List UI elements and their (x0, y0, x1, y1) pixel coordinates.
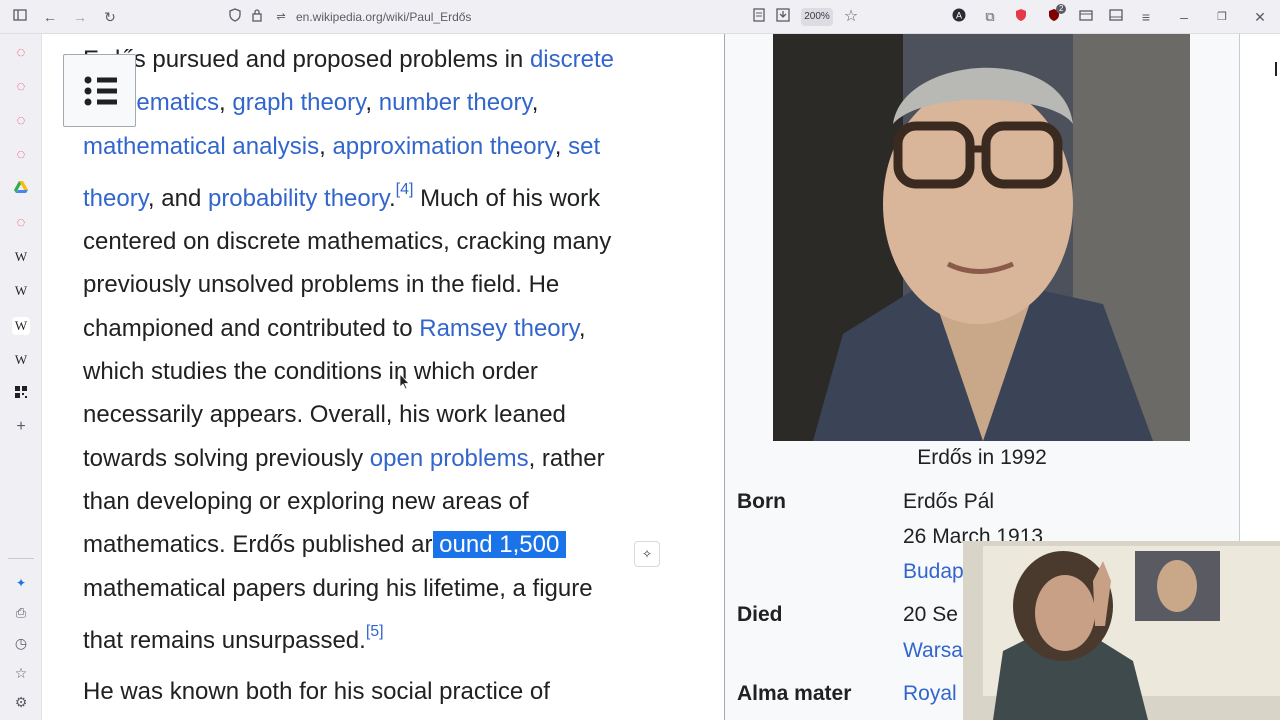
text-line: than developing or exploring new areas o… (83, 487, 529, 515)
alma-mater-label: Alma mater (737, 682, 852, 705)
link-mathematical-analysis[interactable]: mathematical analysis (83, 133, 319, 160)
article-content: Erdős pursued and proposed problems in d… (42, 34, 724, 720)
text-line: championed and contributed to Ramsey the… (83, 314, 586, 342)
text-line: which studies the conditions in which or… (83, 358, 538, 386)
container-icon[interactable] (1077, 8, 1095, 26)
browser-toolbar: ← → ↻ ⇌ en.wikipedia.org/wiki/Paul_Erdős… (0, 0, 1280, 34)
page-info-icon[interactable]: ⇌ (272, 8, 290, 26)
text-line: mathematical papers during his lifetime,… (83, 574, 593, 602)
mouse-cursor-icon (400, 374, 410, 390)
reload-icon[interactable]: ↻ (101, 8, 119, 26)
extensions-icon[interactable]: ⧉ (981, 8, 999, 26)
text-line: necessarily appears. Overall, his work l… (83, 401, 566, 429)
text-line: mathematics. Erdős published ar ound 1,5… (83, 523, 693, 566)
wikipedia-icon[interactable]: W (12, 351, 30, 369)
article-paragraph: Erdős pursued and proposed problems in d… (83, 38, 693, 662)
forward-icon[interactable]: → (71, 8, 89, 26)
text-line: towards solving previously open problems… (83, 444, 605, 472)
sidebar-toggle-icon[interactable] (11, 8, 29, 26)
account-icon[interactable]: A (950, 8, 968, 26)
url-bar[interactable]: en.wikipedia.org/wiki/Paul_Erdős (296, 10, 471, 24)
text-line: previously unsolved problems in the fiel… (83, 271, 560, 299)
text-line: Erdős pursued and proposed problems in d… (83, 46, 614, 73)
text-line: He was known both for his social practic… (83, 678, 550, 705)
link-set-theory[interactable]: theory (83, 185, 148, 212)
tab-icon[interactable]: ◌ (12, 44, 30, 62)
restore-icon[interactable]: ❐ (1213, 8, 1231, 26)
bookmark-icon[interactable]: ☆ (12, 664, 30, 682)
alma-mater-link[interactable]: Royal (903, 682, 957, 706)
tab-icon[interactable]: ◌ (12, 78, 30, 96)
link-graph-theory[interactable]: graph theory (232, 89, 365, 116)
bookmark-star-icon[interactable]: ☆ (842, 8, 860, 26)
settings-icon[interactable]: ⚙ (12, 693, 30, 711)
extension-badge: 2 (1056, 4, 1067, 14)
died-date: 20 Se (903, 603, 958, 626)
tab-icon[interactable]: ◌ (12, 214, 30, 232)
text-line: that remains unsurpassed.[5] (83, 622, 384, 654)
text-selection[interactable]: ound 1,500 (432, 531, 566, 559)
sidebar-divider (8, 558, 34, 559)
history-icon[interactable]: ◷ (12, 634, 30, 652)
zoom-level-button[interactable]: 200% (801, 8, 833, 26)
text-line: centered on discrete mathematics, cracki… (83, 228, 612, 256)
shield-icon[interactable] (226, 8, 244, 26)
browser-sidebar: ◌ ◌ ◌ ◌ ◌ W W W W + ✦ ⎙ ◷ ☆ ⚙ (0, 34, 42, 720)
died-place-link[interactable]: Warsa (903, 639, 963, 663)
close-icon[interactable]: ✕ (1251, 8, 1269, 26)
menu-icon[interactable]: ≡ (1137, 8, 1155, 26)
born-name: Erdős Pál (903, 490, 995, 513)
link-probability-theory[interactable]: probability theory (208, 185, 389, 212)
qr-icon[interactable] (12, 385, 30, 403)
text-line: mathematics, graph theory, number theory… (83, 89, 539, 117)
link-open-problems[interactable]: open problems (370, 445, 529, 472)
reference-link[interactable]: [5] (366, 623, 384, 640)
download-icon[interactable] (774, 8, 792, 26)
image-caption: Erdős in 1992 (917, 446, 1047, 469)
link-number-theory[interactable]: number theory (379, 89, 532, 116)
text-line: theory, and probability theory.[4] Much … (83, 180, 601, 212)
scrollbar-thumb[interactable] (1275, 62, 1277, 76)
born-place-link[interactable]: Budap (903, 560, 964, 584)
sidebar-view-icon[interactable] (1107, 8, 1125, 26)
wikipedia-icon[interactable]: W (12, 317, 30, 335)
link-ramsey-theory[interactable]: Ramsey theory (419, 315, 579, 342)
ai-sparkle-icon[interactable]: ✦ (12, 574, 30, 592)
reader-view-icon[interactable] (750, 8, 768, 26)
article-paragraph: He was known both for his social practic… (83, 670, 693, 713)
table-of-contents-button[interactable] (63, 54, 136, 127)
born-label: Born (737, 490, 786, 513)
shield-extension-icon[interactable] (1012, 8, 1030, 26)
wikipedia-icon[interactable]: W (12, 282, 30, 300)
drive-icon[interactable] (12, 180, 30, 198)
svg-text:A: A (956, 11, 962, 21)
screenshot-icon[interactable]: ⎙ (12, 604, 30, 622)
portrait-image[interactable] (773, 34, 1190, 441)
minimize-icon[interactable]: – (1175, 8, 1193, 26)
back-icon[interactable]: ← (41, 8, 59, 26)
webcam-overlay (963, 541, 1280, 720)
tab-icon[interactable]: ◌ (12, 146, 30, 164)
link-discrete-mathematics[interactable]: discrete (530, 46, 614, 73)
died-label: Died (737, 603, 783, 626)
wikipedia-icon[interactable]: W (12, 248, 30, 266)
text-line: mathematical analysis, approximation the… (83, 132, 601, 160)
ai-selection-icon[interactable]: ✧ (634, 541, 660, 567)
reference-link[interactable]: [4] (396, 181, 414, 198)
lock-icon[interactable] (248, 8, 266, 26)
link-set-theory[interactable]: set (568, 133, 600, 160)
tab-icon[interactable]: ◌ (12, 112, 30, 130)
plus-icon[interactable]: + (12, 418, 30, 436)
link-approximation-theory[interactable]: approximation theory (332, 133, 554, 160)
list-icon (84, 76, 117, 106)
